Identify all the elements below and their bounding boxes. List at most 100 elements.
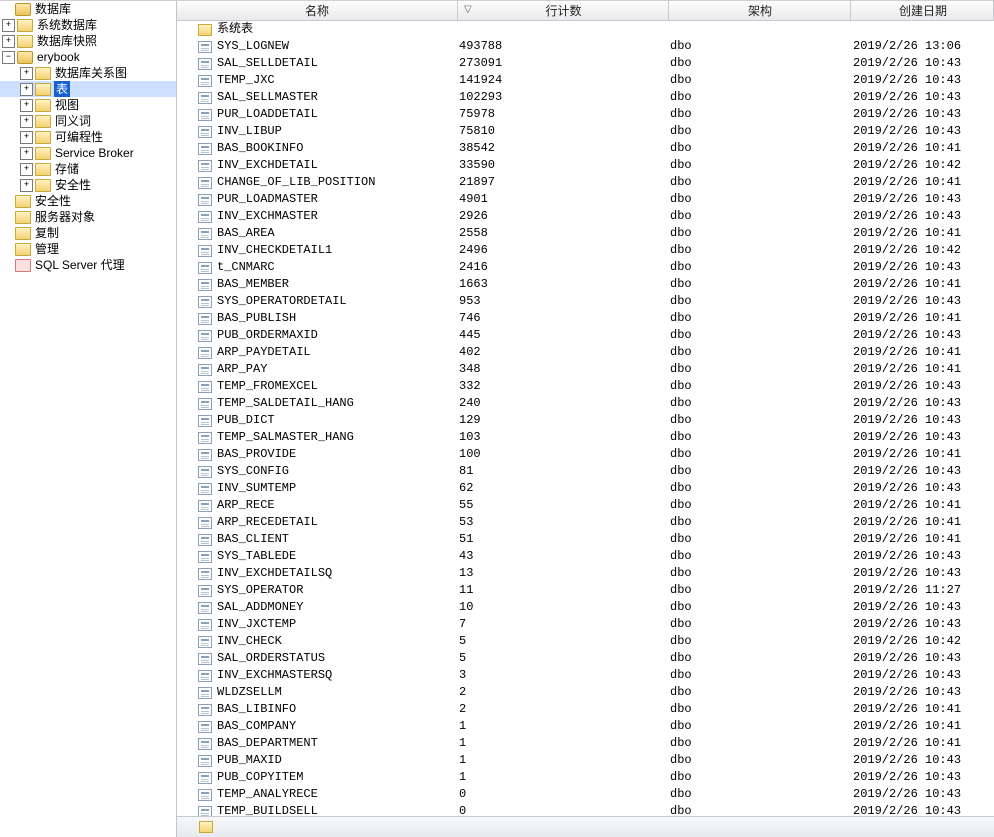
table-row[interactable]: INV_EXCHDETAIL33590dbo2019/2/26 10:42 (177, 157, 994, 174)
expand-icon[interactable]: + (2, 35, 15, 48)
tree-node[interactable]: 管理 (0, 241, 176, 257)
cell-date: 2019/2/26 10:43 (853, 753, 961, 767)
cell-schema: dbo (670, 73, 692, 87)
table-row[interactable]: PUB_COPYITEM1dbo2019/2/26 10:43 (177, 769, 994, 786)
table-row[interactable]: PUR_LOADMASTER4901dbo2019/2/26 10:43 (177, 191, 994, 208)
grid-body[interactable]: 系统表SYS_LOGNEW493788dbo2019/2/26 13:06SAL… (177, 21, 994, 816)
table-row[interactable]: INV_EXCHMASTERSQ3dbo2019/2/26 10:43 (177, 667, 994, 684)
table-row[interactable]: TEMP_SALDETAIL_HANG240dbo2019/2/26 10:43 (177, 395, 994, 412)
table-row[interactable]: BAS_PROVIDE100dbo2019/2/26 10:41 (177, 446, 994, 463)
cell-name: BAS_COMPANY (217, 718, 296, 735)
tree-node[interactable]: 服务器对象 (0, 209, 176, 225)
table-row[interactable]: SAL_SELLMASTER102293dbo2019/2/26 10:43 (177, 89, 994, 106)
tree-node[interactable]: +视图 (0, 97, 176, 113)
cell-schema: dbo (670, 634, 692, 648)
tree-node[interactable]: SQL Server 代理 (0, 257, 176, 273)
cell-date: 2019/2/26 10:41 (853, 719, 961, 733)
table-row[interactable]: CHANGE_OF_LIB_POSITION21897dbo2019/2/26 … (177, 174, 994, 191)
folder-icon (35, 99, 51, 112)
tree-node-label: 安全性 (34, 193, 72, 209)
tree-node[interactable]: +表 (0, 81, 176, 97)
cell-schema: dbo (670, 39, 692, 53)
tree-node[interactable]: +数据库关系图 (0, 65, 176, 81)
table-row[interactable]: SAL_SELLDETAIL273091dbo2019/2/26 10:43 (177, 55, 994, 72)
table-row[interactable]: BAS_DEPARTMENT1dbo2019/2/26 10:41 (177, 735, 994, 752)
table-row[interactable]: PUB_ORDERMAXID445dbo2019/2/26 10:43 (177, 327, 994, 344)
tree-node[interactable]: +Service Broker (0, 145, 176, 161)
table-row[interactable]: TEMP_ANALYRECE0dbo2019/2/26 10:43 (177, 786, 994, 803)
table-row[interactable]: ARP_RECEDETAIL53dbo2019/2/26 10:41 (177, 514, 994, 531)
table-row[interactable]: WLDZSELLM2dbo2019/2/26 10:43 (177, 684, 994, 701)
table-row[interactable]: PUR_LOADDETAIL75978dbo2019/2/26 10:43 (177, 106, 994, 123)
expand-icon[interactable]: + (20, 67, 33, 80)
expand-icon[interactable]: + (20, 115, 33, 128)
table-row[interactable]: ARP_RECE55dbo2019/2/26 10:41 (177, 497, 994, 514)
table-row[interactable]: SYS_OPERATOR11dbo2019/2/26 11:27 (177, 582, 994, 599)
table-row[interactable]: INV_LIBUP75810dbo2019/2/26 10:43 (177, 123, 994, 140)
column-header-schema[interactable]: 架构 (669, 1, 851, 20)
table-row[interactable]: INV_EXCHMASTER2926dbo2019/2/26 10:43 (177, 208, 994, 225)
cell-name: INV_EXCHDETAIL (217, 157, 318, 174)
expand-icon[interactable]: + (20, 131, 33, 144)
column-header-rows[interactable]: ▽ 行计数 (458, 1, 669, 20)
collapse-icon[interactable]: − (2, 51, 15, 64)
table-row[interactable]: 系统表 (177, 21, 994, 38)
tree-node[interactable]: +存储 (0, 161, 176, 177)
expand-icon[interactable]: + (20, 83, 33, 96)
tree-node[interactable]: +数据库快照 (0, 33, 176, 49)
table-row[interactable]: ARP_PAY348dbo2019/2/26 10:41 (177, 361, 994, 378)
cell-name: PUR_LOADDETAIL (217, 106, 318, 123)
table-row[interactable]: t_CNMARC2416dbo2019/2/26 10:43 (177, 259, 994, 276)
table-row[interactable]: TEMP_SALMASTER_HANG103dbo2019/2/26 10:43 (177, 429, 994, 446)
tree-node[interactable]: +同义词 (0, 113, 176, 129)
table-row[interactable]: BAS_PUBLISH746dbo2019/2/26 10:41 (177, 310, 994, 327)
folder-icon (198, 24, 212, 36)
expand-icon[interactable]: + (20, 99, 33, 112)
table-row[interactable]: SYS_OPERATORDETAIL953dbo2019/2/26 10:43 (177, 293, 994, 310)
table-row[interactable]: PUB_DICT129dbo2019/2/26 10:43 (177, 412, 994, 429)
tree-node[interactable]: − erybook (0, 49, 176, 65)
column-header-date[interactable]: 创建日期 (851, 1, 994, 20)
table-row[interactable]: SYS_LOGNEW493788dbo2019/2/26 13:06 (177, 38, 994, 55)
table-row[interactable]: BAS_LIBINFO2dbo2019/2/26 10:41 (177, 701, 994, 718)
tree-node[interactable]: 复制 (0, 225, 176, 241)
table-row[interactable]: BAS_BOOKINFO38542dbo2019/2/26 10:41 (177, 140, 994, 157)
expand-icon[interactable]: + (20, 163, 33, 176)
column-header-name[interactable]: 名称 (177, 1, 458, 20)
tree-node-label: erybook (36, 49, 81, 65)
table-row[interactable]: INV_SUMTEMP62dbo2019/2/26 10:43 (177, 480, 994, 497)
folder-icon (35, 179, 51, 192)
cell-name: t_CNMARC (217, 259, 275, 276)
tree-node[interactable]: 数据库 (0, 1, 176, 17)
tree-node-label: 系统数据库 (36, 17, 98, 33)
expand-icon[interactable]: + (20, 179, 33, 192)
table-row[interactable]: BAS_COMPANY1dbo2019/2/26 10:41 (177, 718, 994, 735)
table-row[interactable]: SYS_CONFIG81dbo2019/2/26 10:43 (177, 463, 994, 480)
table-row[interactable]: PUB_MAXID1dbo2019/2/26 10:43 (177, 752, 994, 769)
table-row[interactable]: SYS_TABLEDE43dbo2019/2/26 10:43 (177, 548, 994, 565)
table-icon (198, 228, 212, 240)
tree-node[interactable]: + 系统数据库 (0, 17, 176, 33)
table-row[interactable]: SAL_ORDERSTATUS5dbo2019/2/26 10:43 (177, 650, 994, 667)
table-row[interactable]: ARP_PAYDETAIL402dbo2019/2/26 10:41 (177, 344, 994, 361)
tree-node[interactable]: +安全性 (0, 177, 176, 193)
object-explorer-tree[interactable]: 数据库+系统数据库+数据库快照−erybook+数据库关系图+表+视图+同义词+… (0, 1, 177, 837)
table-row[interactable]: TEMP_JXC141924dbo2019/2/26 10:43 (177, 72, 994, 89)
expand-icon[interactable]: + (20, 147, 33, 160)
table-row[interactable]: INV_EXCHDETAILSQ13dbo2019/2/26 10:43 (177, 565, 994, 582)
table-row[interactable]: TEMP_FROMEXCEL332dbo2019/2/26 10:43 (177, 378, 994, 395)
table-row[interactable]: INV_CHECKDETAIL12496dbo2019/2/26 10:42 (177, 242, 994, 259)
table-row[interactable]: INV_CHECK5dbo2019/2/26 10:42 (177, 633, 994, 650)
tree-node[interactable]: +可编程性 (0, 129, 176, 145)
tree-node-label: 管理 (34, 241, 60, 257)
expand-icon[interactable]: + (2, 19, 15, 32)
table-row[interactable]: INV_JXCTEMP7dbo2019/2/26 10:43 (177, 616, 994, 633)
table-row[interactable]: BAS_AREA2558dbo2019/2/26 10:41 (177, 225, 994, 242)
table-row[interactable]: BAS_MEMBER1663dbo2019/2/26 10:41 (177, 276, 994, 293)
table-row[interactable]: BAS_CLIENT51dbo2019/2/26 10:41 (177, 531, 994, 548)
table-row[interactable]: TEMP_BUILDSELL0dbo2019/2/26 10:43 (177, 803, 994, 816)
cell-date: 2019/2/26 10:41 (853, 702, 961, 716)
cell-rows: 0 (459, 787, 466, 801)
table-row[interactable]: SAL_ADDMONEY10dbo2019/2/26 10:43 (177, 599, 994, 616)
tree-node[interactable]: 安全性 (0, 193, 176, 209)
